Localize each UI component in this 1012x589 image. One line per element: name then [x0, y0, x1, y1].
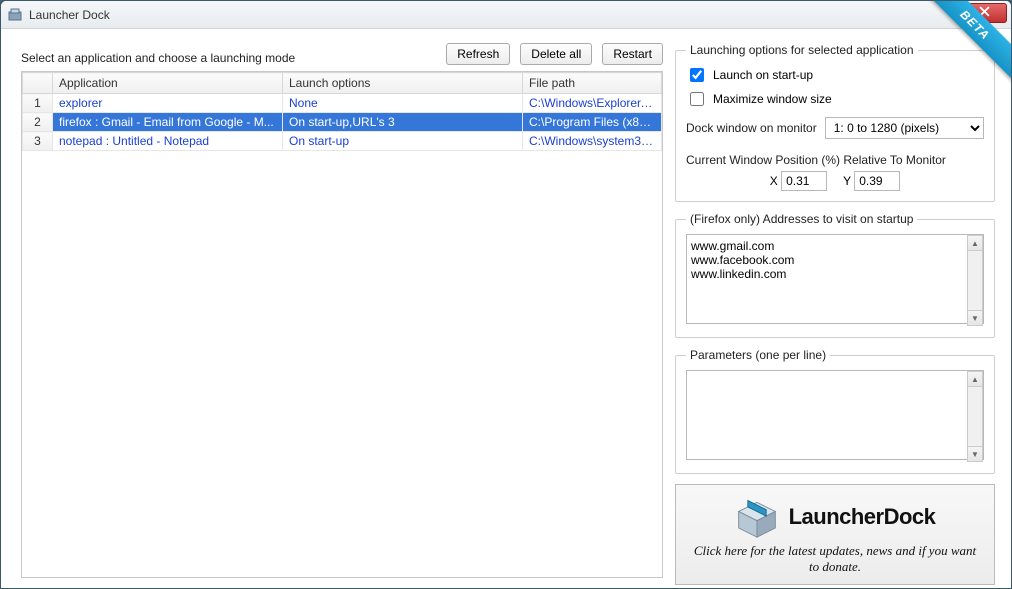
addresses-group: (Firefox only) Addresses to visit on sta… [675, 212, 995, 338]
col-application[interactable]: Application [53, 73, 283, 94]
table-row[interactable]: 2firefox : Gmail - Email from Google - M… [23, 113, 662, 132]
app-table[interactable]: Application Launch options File path 1ex… [21, 71, 663, 578]
cell-rownum[interactable]: 2 [23, 113, 53, 132]
cell-application[interactable]: explorer [53, 94, 283, 113]
cell-file-path[interactable]: C:\Windows\system32\... [523, 132, 662, 151]
app-icon [7, 7, 23, 23]
launch-options-legend: Launching options for selected applicati… [686, 43, 918, 57]
pos-x-input[interactable] [781, 171, 827, 191]
delete-all-button[interactable]: Delete all [520, 43, 592, 65]
cell-application[interactable]: firefox : Gmail - Email from Google - M.… [53, 113, 283, 132]
table-row[interactable]: 1explorerNoneC:\Windows\Explorer.EXE [23, 94, 662, 113]
launch-on-startup-label[interactable]: Launch on start-up [713, 68, 813, 82]
addresses-legend: (Firefox only) Addresses to visit on sta… [686, 212, 917, 226]
pos-y-label: Y [843, 174, 851, 188]
position-label: Current Window Position (%) Relative To … [686, 153, 984, 167]
table-row[interactable]: 3notepad : Untitled - NotepadOn start-up… [23, 132, 662, 151]
parameters-group: Parameters (one per line) ▲ ▼ [675, 348, 995, 474]
parameters-textarea[interactable] [686, 370, 984, 460]
cell-rownum[interactable]: 1 [23, 94, 53, 113]
cell-launch-options[interactable]: None [283, 94, 523, 113]
cell-application[interactable]: notepad : Untitled - Notepad [53, 132, 283, 151]
titlebar: Launcher Dock [1, 1, 1011, 29]
instruction-text: Select an application and choose a launc… [21, 51, 436, 65]
pos-x-label: X [770, 174, 778, 188]
pos-y-input[interactable] [854, 171, 900, 191]
cell-file-path[interactable]: C:\Windows\Explorer.EXE [523, 94, 662, 113]
col-rownum[interactable] [23, 73, 53, 94]
promo-title: LauncherDock [789, 504, 936, 530]
maximize-label[interactable]: Maximize window size [713, 92, 832, 106]
cell-rownum[interactable]: 3 [23, 132, 53, 151]
addresses-textarea[interactable]: www.gmail.com www.facebook.com www.linke… [686, 234, 984, 324]
maximize-checkbox[interactable] [690, 92, 704, 106]
parameters-legend: Parameters (one per line) [686, 348, 830, 362]
refresh-button[interactable]: Refresh [446, 43, 510, 65]
dock-monitor-select[interactable]: 1: 0 to 1280 (pixels) [825, 117, 984, 139]
cell-launch-options[interactable]: On start-up [283, 132, 523, 151]
window-title: Launcher Dock [29, 8, 1005, 22]
launch-on-startup-checkbox[interactable] [690, 68, 704, 82]
dock-label: Dock window on monitor [686, 121, 817, 135]
col-launch-options[interactable]: Launch options [283, 73, 523, 94]
right-pane: Launching options for selected applicati… [675, 43, 995, 578]
promo-banner[interactable]: LauncherDock Click here for the latest u… [675, 484, 995, 585]
restart-button[interactable]: Restart [602, 43, 663, 65]
app-window: Launcher Dock BETA Select an application… [0, 0, 1012, 589]
left-pane: Select an application and choose a launc… [21, 43, 663, 578]
launch-options-group: Launching options for selected applicati… [675, 43, 995, 202]
box-icon [735, 495, 779, 539]
col-file-path[interactable]: File path [523, 73, 662, 94]
promo-subtitle: Click here for the latest updates, news … [688, 543, 982, 574]
cell-file-path[interactable]: C:\Program Files (x86)\... [523, 113, 662, 132]
cell-launch-options[interactable]: On start-up,URL's 3 [283, 113, 523, 132]
table-header-row: Application Launch options File path [23, 73, 662, 94]
